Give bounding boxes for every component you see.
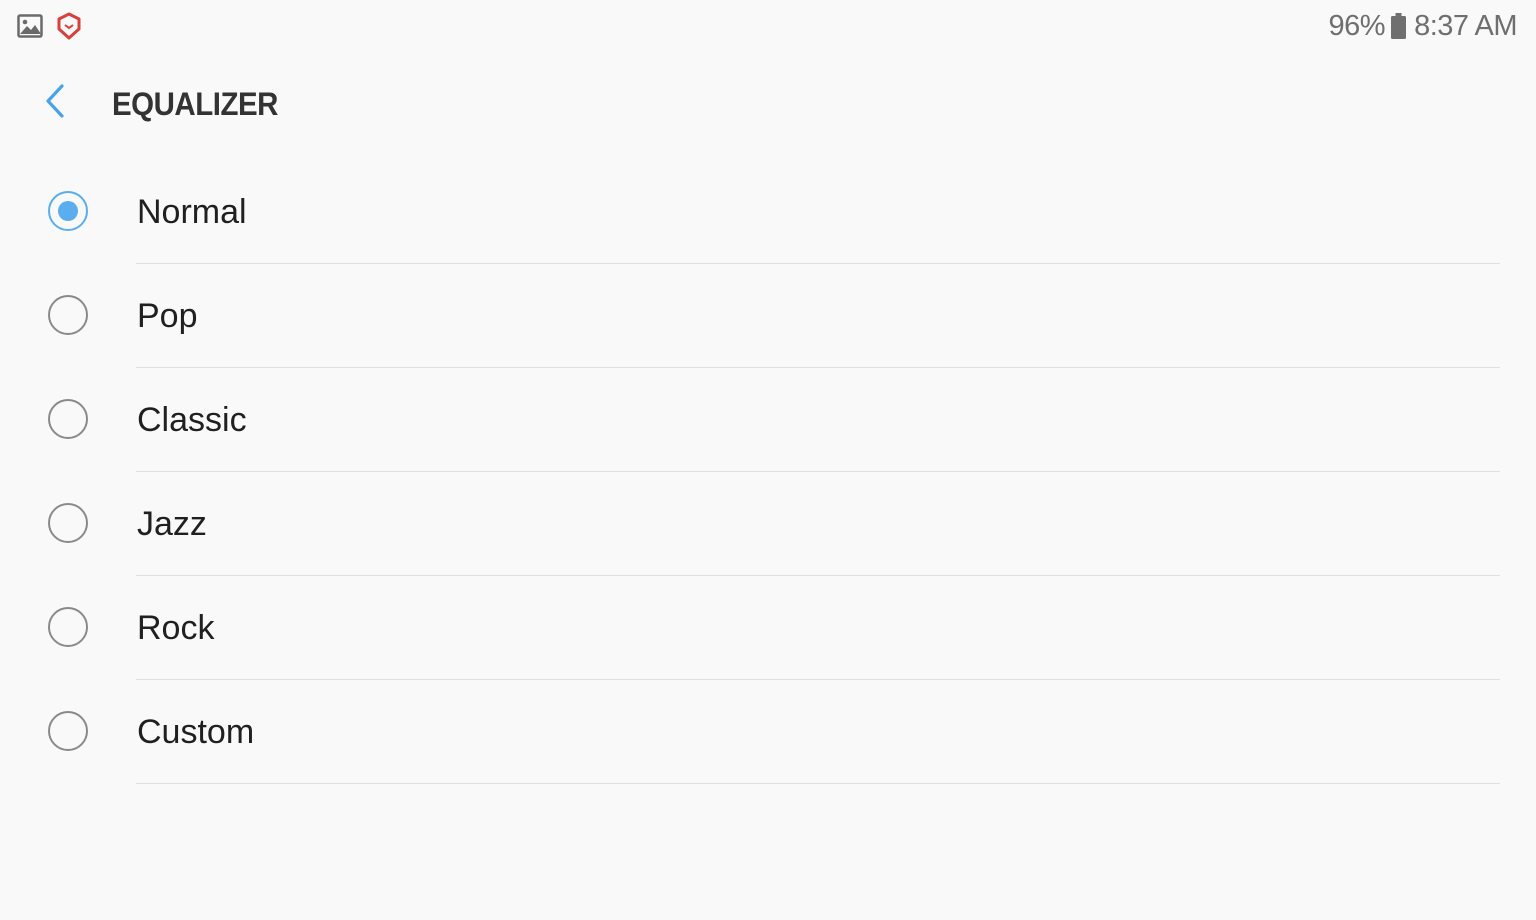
option-rock[interactable]: Rock (0, 576, 1536, 680)
divider (136, 783, 1500, 784)
page-title: EQUALIZER (112, 86, 278, 122)
battery-percent: 96% (1328, 9, 1386, 42)
radio-button[interactable] (48, 399, 88, 439)
option-custom[interactable]: Custom (0, 680, 1536, 784)
status-indicators: 96% 8:37 AM (1328, 8, 1518, 44)
battery-icon (1391, 13, 1407, 39)
gallery-icon (17, 13, 43, 44)
option-normal[interactable]: Normal (0, 160, 1536, 264)
clock: 8:37 AM (1414, 9, 1517, 42)
radio-button[interactable] (48, 295, 88, 335)
chevron-left-icon (43, 83, 67, 124)
radio-button[interactable] (48, 503, 88, 543)
option-label: Pop (137, 297, 198, 335)
status-bar: 96% 8:37 AM (0, 0, 1536, 52)
option-classic[interactable]: Classic (0, 368, 1536, 472)
option-label: Custom (137, 713, 255, 751)
equalizer-option-list: Normal Pop Classic Jazz Rock Custom (0, 160, 1536, 784)
option-label: Classic (137, 401, 247, 439)
equalizer-screen: 96% 8:37 AM EQUALIZER Normal Pop Classic… (0, 0, 1536, 920)
option-label: Jazz (137, 505, 207, 543)
radio-button[interactable] (48, 711, 88, 751)
radio-button[interactable] (48, 607, 88, 647)
option-label: Normal (137, 193, 247, 231)
back-button[interactable] (30, 78, 80, 128)
app-header: EQUALIZER (0, 60, 1536, 150)
option-label: Rock (137, 609, 215, 647)
radio-selected-dot (58, 201, 78, 221)
radio-button[interactable] (48, 191, 88, 231)
option-pop[interactable]: Pop (0, 264, 1536, 368)
option-jazz[interactable]: Jazz (0, 472, 1536, 576)
notification-icons (17, 12, 81, 45)
shield-app-icon (57, 12, 81, 45)
